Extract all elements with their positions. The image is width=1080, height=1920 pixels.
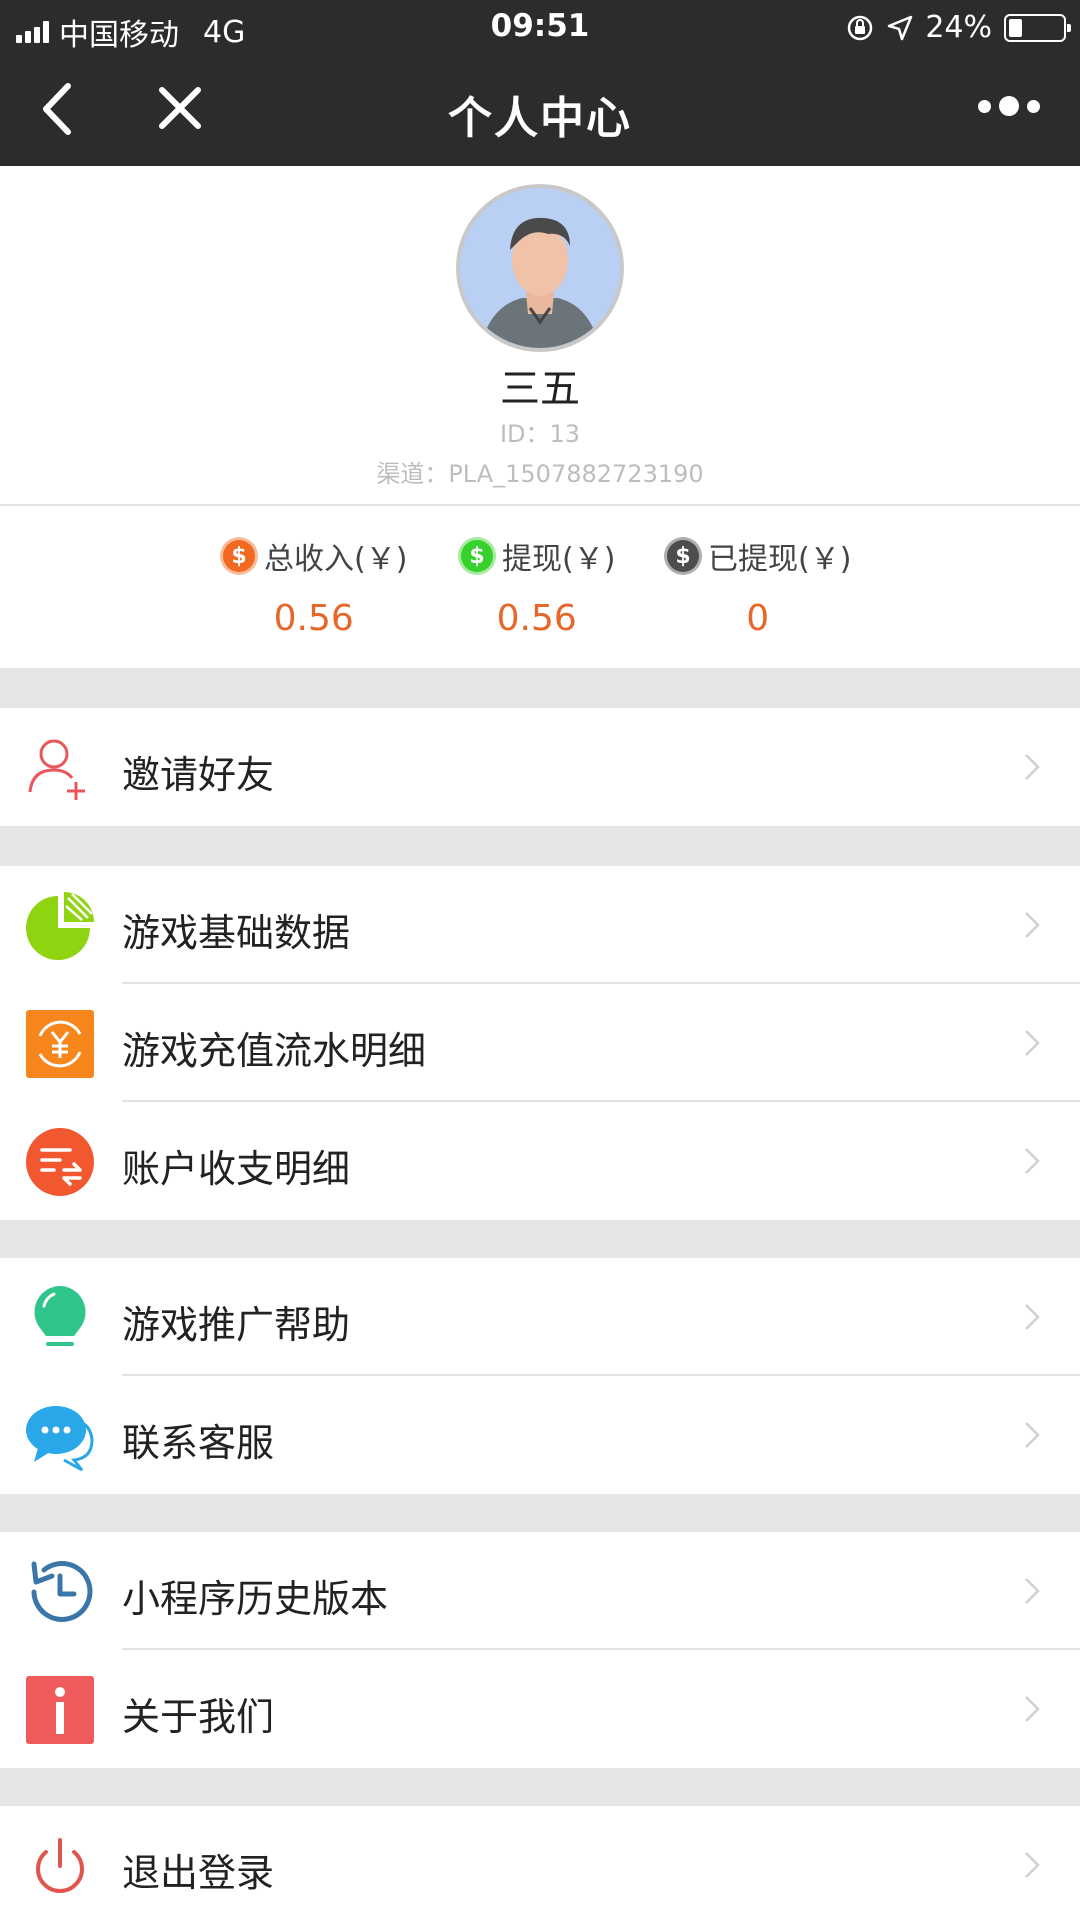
more-menu-icon[interactable] <box>978 96 1040 116</box>
menu-label: 账户收支明细 <box>122 1147 351 1191</box>
top-bar: 中国移动 4G 09:51 24% 个人中心 <box>0 0 1080 166</box>
section-gap <box>0 1218 1080 1258</box>
info-icon <box>26 1676 94 1744</box>
menu-item-recharge-flow[interactable]: 游戏充值流水明细 <box>0 984 1080 1102</box>
history-icon <box>31 1561 93 1622</box>
lightbulb-icon <box>34 1286 86 1346</box>
menu-label: 关于我们 <box>122 1695 275 1739</box>
location-icon <box>888 15 913 40</box>
section-gap <box>0 1766 1080 1806</box>
transfer-list-icon <box>26 1128 94 1196</box>
coin-icon: $ <box>220 537 258 575</box>
user-channel: 渠道：PLA_1507882723190 <box>376 460 704 488</box>
menu-label: 游戏基础数据 <box>122 911 351 955</box>
stat-label: 总收入(￥) <box>264 542 408 577</box>
menu-label: 游戏推广帮助 <box>122 1303 351 1347</box>
avatar-portrait-icon <box>460 188 620 348</box>
status-right: 24% <box>845 10 1071 45</box>
pie-chart-icon <box>26 892 94 960</box>
menu-item-contact-service[interactable]: 联系客服 <box>0 1376 1080 1494</box>
menu-item-about-us[interactable]: 关于我们 <box>0 1650 1080 1768</box>
coin-icon: $ <box>664 537 702 575</box>
battery-percent: 24% <box>925 10 992 45</box>
stat-value: 0 <box>746 598 770 639</box>
menu-item-promo-help[interactable]: 游戏推广帮助 <box>0 1258 1080 1376</box>
section-gap <box>0 826 1080 866</box>
menu-label: 小程序历史版本 <box>122 1577 389 1621</box>
power-icon <box>36 1838 84 1893</box>
chevron-right-icon <box>1025 1696 1040 1722</box>
chevron-right-icon <box>1025 1852 1040 1878</box>
nav-bar: 个人中心 <box>0 56 1080 166</box>
menu-label: 联系客服 <box>122 1421 275 1465</box>
avatar[interactable] <box>456 184 624 352</box>
menu-item-logout[interactable]: 退出登录 <box>0 1806 1080 1920</box>
section-gap <box>0 1492 1080 1532</box>
menu-item-account-detail[interactable]: 账户收支明细 <box>0 1102 1080 1220</box>
status-bar: 中国移动 4G 09:51 24% <box>0 0 1080 56</box>
user-name: 三五 <box>500 366 580 412</box>
stat-total-income[interactable]: $ 总收入(￥) 0.56 <box>220 534 407 639</box>
page-title: 个人中心 <box>448 93 632 144</box>
stat-label: 已提现(￥) <box>708 542 852 577</box>
user-id: ID：13 <box>499 420 581 448</box>
menu-label: 邀请好友 <box>122 753 275 797</box>
stat-value: 0.56 <box>273 598 354 639</box>
battery-icon <box>1004 13 1071 42</box>
stat-withdrawn[interactable]: $ 已提现(￥) 0 <box>664 534 851 639</box>
chat-bubble-icon <box>26 1406 94 1472</box>
rotation-lock-icon <box>848 15 873 40</box>
stat-withdrawable[interactable]: $ 提现(￥) 0.56 <box>458 534 615 639</box>
menu-label: 退出登录 <box>122 1851 275 1895</box>
menu-item-history-version[interactable]: 小程序历史版本 <box>0 1532 1080 1650</box>
chevron-right-icon <box>1025 1422 1040 1448</box>
earnings-stats: $ 总收入(￥) 0.56 $ 提现(￥) 0.56 $ 已提现(￥) 0 <box>0 508 1080 668</box>
profile-card: 三五 ID：13 渠道：PLA_1507882723190 <box>0 166 1080 506</box>
stat-label: 提现(￥) <box>502 542 616 577</box>
menu-item-invite[interactable]: 邀请好友 <box>0 708 1080 826</box>
chevron-right-icon <box>1025 1304 1040 1330</box>
section-gap <box>0 668 1080 708</box>
chevron-right-icon <box>1025 1578 1040 1604</box>
stat-value: 0.56 <box>496 598 577 639</box>
coin-icon: $ <box>458 537 496 575</box>
chevron-right-icon <box>1025 1148 1040 1174</box>
yuan-exchange-icon <box>26 1010 94 1078</box>
menu-item-game-data[interactable]: 游戏基础数据 <box>0 866 1080 984</box>
chevron-right-icon <box>1025 1030 1040 1056</box>
chevron-right-icon <box>1025 912 1040 938</box>
menu-label: 游戏充值流水明细 <box>122 1029 427 1073</box>
add-friend-icon <box>28 739 85 800</box>
chevron-right-icon <box>1025 754 1040 780</box>
